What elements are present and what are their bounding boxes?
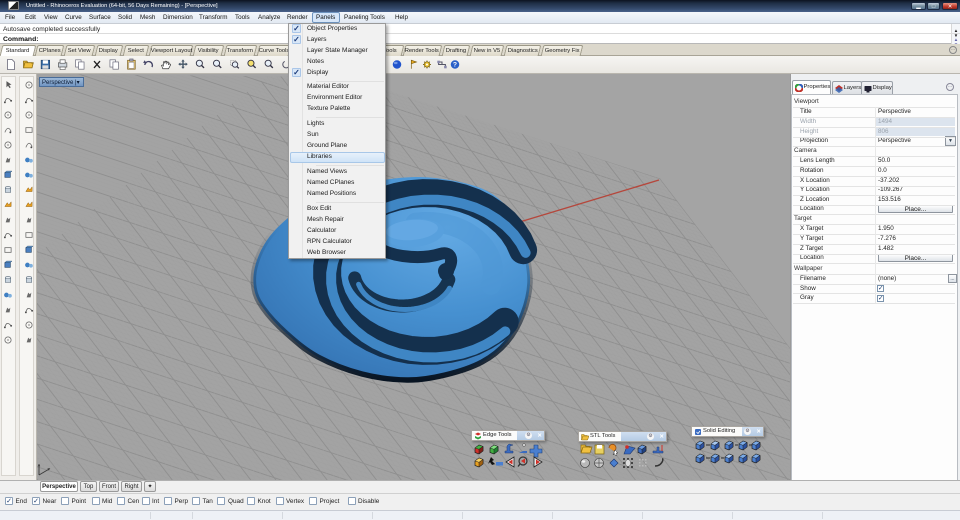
svg-text:?: ? [453, 62, 457, 69]
